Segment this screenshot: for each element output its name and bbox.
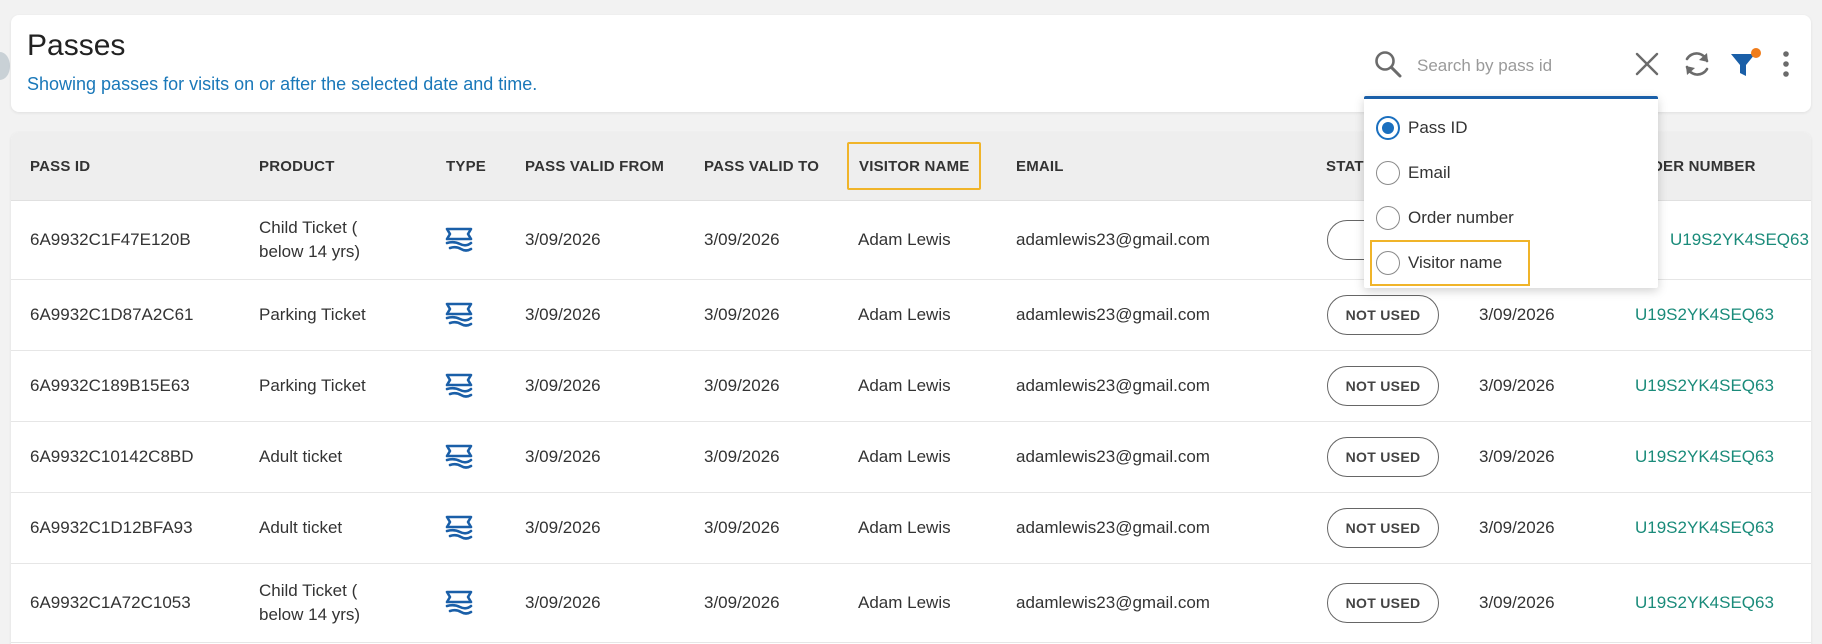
order-number-link[interactable]: U19S2YK4SEQ63 bbox=[1635, 564, 1774, 642]
order-number-link[interactable]: U19S2YK4SEQ63 bbox=[1635, 493, 1774, 563]
page-subtitle: Showing passes for visits on or after th… bbox=[27, 74, 538, 94]
col-pass-id[interactable]: PASS ID bbox=[30, 132, 90, 201]
date: 3/09/2026 bbox=[1479, 305, 1555, 324]
status-badge: NOT USED bbox=[1327, 508, 1439, 548]
product: Parking Ticket bbox=[259, 305, 366, 324]
email: adamlewis23@gmail.com bbox=[1016, 518, 1210, 537]
option-pass-id[interactable]: Pass ID bbox=[1376, 109, 1468, 147]
pass-id: 6A9932C1D87A2C61 bbox=[30, 305, 194, 324]
status-badge: NOT USED bbox=[1327, 295, 1439, 335]
more-vertical-icon[interactable] bbox=[1774, 47, 1798, 81]
col-valid-from[interactable]: PASS VALID FROM bbox=[525, 132, 664, 201]
valid-from: 3/09/2026 bbox=[525, 447, 601, 466]
visitor-name: Adam Lewis bbox=[858, 518, 951, 537]
status-badge: NOT USED bbox=[1327, 366, 1439, 406]
refresh-icon[interactable] bbox=[1680, 47, 1714, 81]
search-icon bbox=[1375, 51, 1402, 78]
option-visitor-name[interactable]: Visitor name bbox=[1370, 240, 1531, 286]
col-type[interactable]: TYPE bbox=[446, 132, 486, 201]
pass-id: 6A9932C1F47E120B bbox=[30, 230, 191, 249]
order-number-link[interactable]: U19S2YK4SEQ63 bbox=[1635, 280, 1774, 350]
valid-from: 3/09/2026 bbox=[525, 593, 601, 612]
option-label: Email bbox=[1408, 163, 1451, 182]
col-valid-to[interactable]: PASS VALID TO bbox=[704, 132, 819, 201]
ticket-icon bbox=[444, 422, 476, 492]
option-order-number[interactable]: Order number bbox=[1376, 199, 1514, 237]
valid-from: 3/09/2026 bbox=[525, 376, 601, 395]
pass-id: 6A9932C189B15E63 bbox=[30, 376, 190, 395]
status-badge: NOT USED bbox=[1327, 583, 1439, 623]
valid-to: 3/09/2026 bbox=[704, 518, 780, 537]
col-visitor-name[interactable]: VISITOR NAME bbox=[847, 142, 982, 190]
ticket-icon bbox=[444, 351, 476, 421]
product-line: below 14 yrs) bbox=[259, 242, 361, 261]
option-label: Pass ID bbox=[1408, 118, 1468, 137]
email: adamlewis23@gmail.com bbox=[1016, 447, 1210, 466]
product-line: Child Ticket ( bbox=[259, 581, 358, 600]
valid-to: 3/09/2026 bbox=[704, 447, 780, 466]
pass-id: 6A9932C1A72C1053 bbox=[30, 593, 191, 612]
search-field-dropdown: Pass ID Email Order number Visitor name bbox=[1364, 96, 1658, 288]
date: 3/09/2026 bbox=[1479, 447, 1555, 466]
filter-icon[interactable] bbox=[1727, 46, 1763, 82]
visitor-name: Adam Lewis bbox=[858, 376, 951, 395]
email: adamlewis23@gmail.com bbox=[1016, 305, 1210, 324]
option-label: Order number bbox=[1408, 208, 1514, 227]
table-row[interactable]: 6A9932C1D12BFA93 Adult ticket 3/09/2026 … bbox=[11, 493, 1811, 564]
ticket-icon bbox=[444, 280, 476, 350]
side-panel-handle[interactable] bbox=[0, 52, 10, 80]
valid-from: 3/09/2026 bbox=[525, 305, 601, 324]
date: 3/09/2026 bbox=[1479, 376, 1555, 395]
order-number-link[interactable]: U19S2YK4SEQ63 bbox=[1635, 351, 1774, 421]
valid-from: 3/09/2026 bbox=[525, 518, 601, 537]
product-line: Child Ticket ( bbox=[259, 218, 358, 237]
table-row[interactable]: 6A9932C189B15E63 Parking Ticket 3/09/202… bbox=[11, 351, 1811, 422]
valid-to: 3/09/2026 bbox=[704, 593, 780, 612]
order-number-link[interactable]: U19S2YK4SEQ63 bbox=[1635, 422, 1774, 492]
email: adamlewis23@gmail.com bbox=[1016, 230, 1210, 249]
valid-to: 3/09/2026 bbox=[704, 376, 780, 395]
visitor-name: Adam Lewis bbox=[858, 305, 951, 324]
product: Adult ticket bbox=[259, 447, 343, 466]
product: Child Ticket ( below 14 yrs) bbox=[259, 201, 389, 279]
radio-button[interactable] bbox=[1376, 116, 1400, 140]
ticket-icon bbox=[444, 564, 476, 642]
visitor-name: Adam Lewis bbox=[858, 230, 951, 249]
col-email[interactable]: EMAIL bbox=[1016, 132, 1064, 201]
table-row[interactable]: 6A9932C1D87A2C61 Parking Ticket 3/09/202… bbox=[11, 280, 1811, 351]
option-label: Visitor name bbox=[1408, 253, 1503, 272]
ticket-icon bbox=[444, 493, 476, 563]
col-order-number[interactable]: DER NUMBER bbox=[1652, 132, 1756, 201]
status-badge: NOT USED bbox=[1327, 437, 1439, 477]
col-product[interactable]: PRODUCT bbox=[259, 132, 335, 201]
email: adamlewis23@gmail.com bbox=[1016, 376, 1210, 395]
valid-to: 3/09/2026 bbox=[704, 305, 780, 324]
search-input[interactable] bbox=[1417, 51, 1627, 81]
visitor-name: Adam Lewis bbox=[858, 447, 951, 466]
visitor-name: Adam Lewis bbox=[858, 593, 951, 612]
date: 3/09/2026 bbox=[1479, 518, 1555, 537]
table-row[interactable]: 6A9932C1A72C1053 Child Ticket ( below 14 … bbox=[11, 564, 1811, 643]
radio-button[interactable] bbox=[1376, 206, 1400, 230]
product-line: below 14 yrs) bbox=[259, 605, 361, 624]
email: adamlewis23@gmail.com bbox=[1016, 593, 1210, 612]
ticket-icon bbox=[444, 201, 476, 279]
order-number-link[interactable]: U19S2YK4SEQ63 bbox=[1670, 201, 1809, 279]
radio-button[interactable] bbox=[1376, 161, 1400, 185]
product: Parking Ticket bbox=[259, 376, 366, 395]
valid-to: 3/09/2026 bbox=[704, 230, 780, 249]
close-icon[interactable] bbox=[1632, 49, 1662, 79]
product: Child Ticket ( below 14 yrs) bbox=[259, 564, 389, 642]
pass-id: 6A9932C1D12BFA93 bbox=[30, 518, 193, 537]
radio-button[interactable] bbox=[1376, 251, 1400, 275]
product: Adult ticket bbox=[259, 518, 343, 537]
col-status[interactable]: STAT bbox=[1326, 132, 1364, 201]
date: 3/09/2026 bbox=[1479, 593, 1555, 612]
table-row[interactable]: 6A9932C10142C8BD Adult ticket 3/09/2026 … bbox=[11, 422, 1811, 493]
pass-id: 6A9932C10142C8BD bbox=[30, 447, 194, 466]
page-title: Passes bbox=[27, 29, 126, 62]
valid-from: 3/09/2026 bbox=[525, 230, 601, 249]
option-email[interactable]: Email bbox=[1376, 154, 1451, 192]
